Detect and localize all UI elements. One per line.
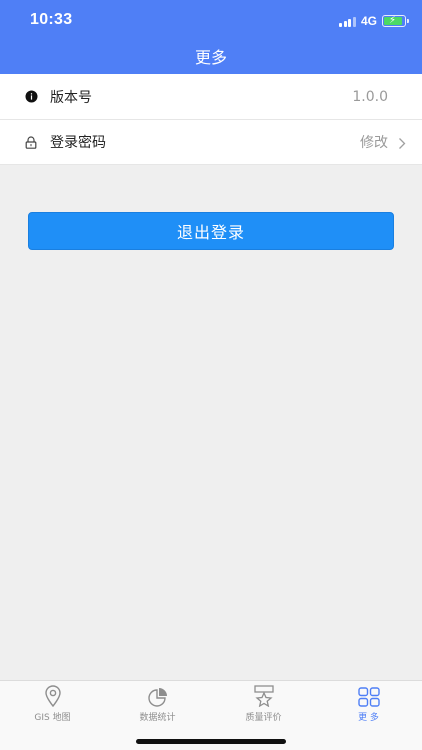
status-bar: 10:33 4G ⚡ xyxy=(0,0,422,40)
app-header: 10:33 4G ⚡ 更多 xyxy=(0,0,422,74)
version-value: 1.0.0 xyxy=(352,88,388,105)
settings-list: 版本号 1.0.0 登录密码 修改 xyxy=(0,74,422,165)
password-label: 登录密码 xyxy=(50,135,106,151)
tab-statistics[interactable]: 数据统计 xyxy=(105,685,210,723)
status-indicators: 4G ⚡ xyxy=(339,13,409,29)
pie-chart-icon xyxy=(105,685,210,707)
password-row[interactable]: 登录密码 修改 xyxy=(0,119,422,164)
network-type: 4G xyxy=(360,14,377,28)
tab-gis-map[interactable]: GIS 地图 xyxy=(0,685,105,723)
battery-icon: ⚡ xyxy=(382,15,409,27)
tab-quality[interactable]: 质量评价 xyxy=(211,685,316,723)
grid-icon xyxy=(316,685,421,707)
modify-password-link[interactable]: 修改 xyxy=(360,132,388,152)
list-divider xyxy=(0,164,422,165)
star-badge-icon xyxy=(211,685,316,707)
tab-more[interactable]: 更 多 xyxy=(316,685,421,723)
version-row: 版本号 1.0.0 xyxy=(0,74,422,119)
info-icon xyxy=(24,90,38,104)
page-title: 更多 xyxy=(194,48,227,67)
home-indicator xyxy=(136,739,286,744)
map-pin-icon xyxy=(0,685,105,707)
chevron-right-icon xyxy=(398,135,406,154)
logout-button[interactable]: 退出登录 xyxy=(28,212,394,250)
tab-label: 质量评价 xyxy=(245,713,282,723)
signal-icon xyxy=(339,16,356,27)
lock-icon xyxy=(24,135,38,149)
tab-label: 更 多 xyxy=(358,713,379,723)
tab-label: GIS 地图 xyxy=(34,713,71,723)
tab-label: 数据统计 xyxy=(139,713,176,723)
status-time: 10:33 xyxy=(30,11,73,28)
page: 10:33 4G ⚡ 更多 版本号 1.0.0 登录密码 修改 退出登录 GIS… xyxy=(0,0,422,750)
version-label: 版本号 xyxy=(50,89,92,106)
